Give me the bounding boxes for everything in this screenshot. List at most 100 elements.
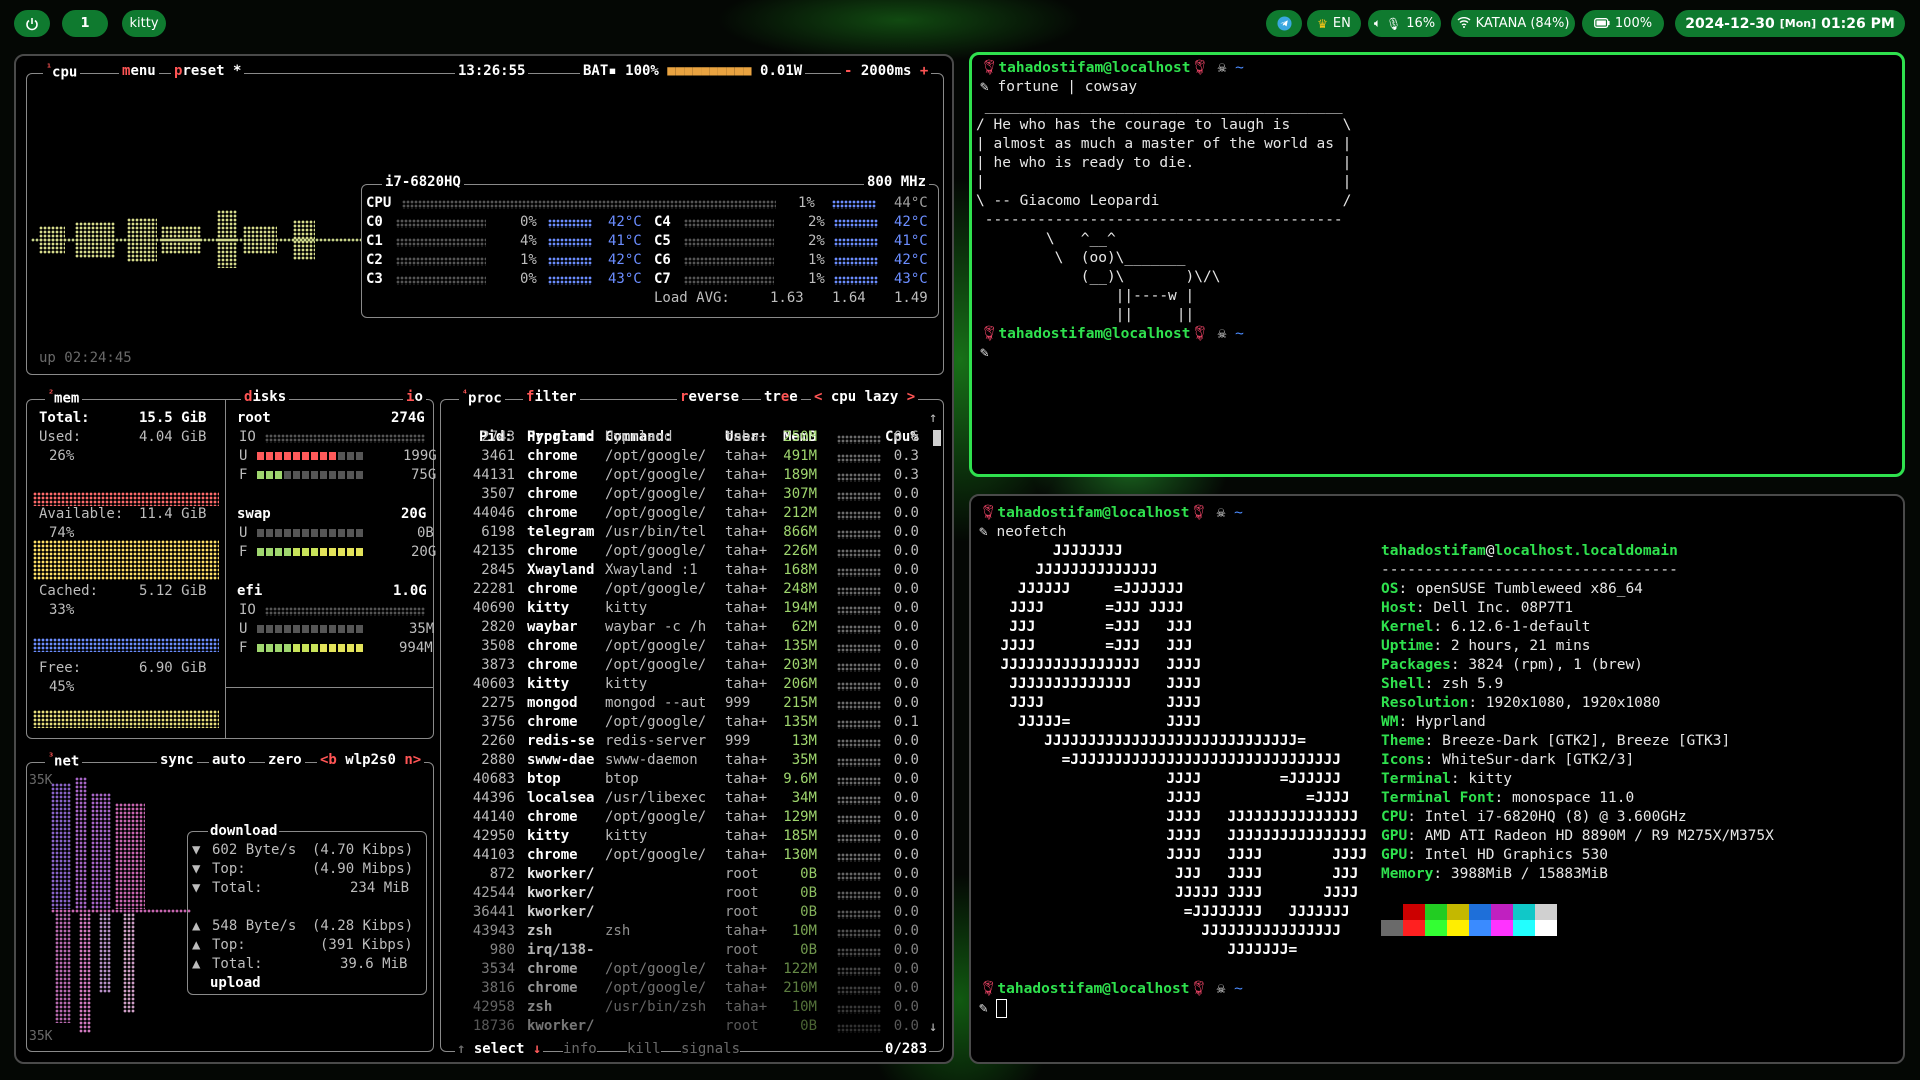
- table-cell: irq/138-: [527, 942, 595, 958]
- upload-total-label: Total:: [212, 956, 263, 972]
- table-row[interactable]: 3508 chrome/opt/google/taha+ 135M 0.0: [441, 637, 925, 656]
- table-cell: 3816: [481, 980, 515, 996]
- proc-filter[interactable]: filter: [523, 389, 580, 405]
- table-row[interactable]: 44103 chrome/opt/google/taha+ 130M 0.0: [441, 846, 925, 865]
- table-row[interactable]: 2845 Xwayland Xwayland :1 taha+ 168M 0.0: [441, 561, 925, 580]
- core-temp: 42°C: [608, 252, 642, 268]
- table-row[interactable]: 2880 swww-dae swww-daemon taha+ 35M 0.0: [441, 751, 925, 770]
- table-row[interactable]: 18736 kworker/root 0B 0.0: [441, 1017, 925, 1036]
- proc-tab[interactable]: ⁴proc: [459, 389, 505, 407]
- table-row[interactable]: 42135 chrome/opt/google/taha+ 226M 0.0: [441, 542, 925, 561]
- kitty-window-bottom[interactable]: 🌹︎tahadostifam@localhost🌹︎ ☠ ~ ✎ neofetc…: [969, 494, 1905, 1064]
- core-pct: 1%: [520, 252, 537, 268]
- table-cell: 6198: [481, 524, 515, 540]
- table-row[interactable]: 43943 zsh zsh taha+ 10M 0.0: [441, 922, 925, 941]
- cpu-sparkline: [837, 682, 881, 691]
- volume-control[interactable]: 🔈︎ 🎙︎ 16%: [1368, 10, 1441, 37]
- kitty-window-top[interactable]: 🌹︎tahadostifam@localhost🌹︎ ☠ ~ ✎ fortune…: [969, 52, 1905, 477]
- table-row[interactable]: 2275 mongod mongod --aut 999 215M 0.0: [441, 694, 925, 713]
- io-tab[interactable]: io: [403, 389, 426, 405]
- proc-tree[interactable]: tree: [761, 389, 801, 405]
- scroll-down-icon[interactable]: ↓: [929, 1018, 937, 1037]
- table-row[interactable]: 42958 zsh/usr/bin/zsh taha+ 10M 0.0: [441, 998, 925, 1017]
- cpu-sparkline: [837, 435, 881, 444]
- table-row[interactable]: 2820 waybar waybar -c /h taha+ 62M 0.0: [441, 618, 925, 637]
- table-row[interactable]: 40690 kitty kitty taha+ 194M 0.0: [441, 599, 925, 618]
- table-row[interactable]: 22281 chrome/opt/google/taha+ 248M 0.0: [441, 580, 925, 599]
- disk-free: 20G: [411, 544, 437, 560]
- rose-icon: 🌹︎: [1189, 505, 1208, 521]
- prompt-cwd: ~: [1234, 505, 1243, 521]
- table-cell: 42958: [472, 999, 515, 1015]
- net-interface[interactable]: <b wlp2s0 n>: [317, 752, 425, 768]
- proc-reverse[interactable]: reverse: [677, 389, 743, 405]
- menu-tab[interactable]: menu: [119, 63, 159, 79]
- upload-rate: 548 Byte/s: [212, 918, 297, 934]
- mem-tab[interactable]: ²mem: [45, 389, 83, 407]
- table-cell: /opt/google/: [605, 961, 707, 977]
- input-line[interactable]: ✎: [980, 344, 989, 363]
- table-row[interactable]: 3756 chrome/opt/google/taha+ 135M 0.1: [441, 713, 925, 732]
- net-sync[interactable]: sync: [157, 752, 197, 768]
- wifi-status[interactable]: KATANA (84%): [1451, 10, 1575, 37]
- table-row[interactable]: 40683 btop btop taha+ 9.6M 0.0: [441, 770, 925, 789]
- net-zero[interactable]: zero: [265, 752, 305, 768]
- table-row[interactable]: 44140 chrome/opt/google/taha+ 129M 0.0: [441, 808, 925, 827]
- table-cell: 62M: [791, 619, 817, 635]
- net-auto[interactable]: auto: [209, 752, 249, 768]
- info-value: kitty: [1468, 771, 1512, 787]
- btop-window[interactable]: ¹cpu menu preset * 13:26:55 BAT▪ 100% ■■…: [14, 54, 954, 1064]
- battery-status[interactable]: 100%: [1582, 10, 1664, 37]
- disks-tab[interactable]: disks: [241, 389, 290, 405]
- color-swatch: [1491, 904, 1513, 920]
- table-row[interactable]: 36441 kworker/root 0B 0.0: [441, 903, 925, 922]
- table-cell: chrome: [527, 714, 578, 730]
- table-row[interactable]: 44396 localsea/usr/libexec taha+ 34M 0.0: [441, 789, 925, 808]
- table-row[interactable]: 980 irq/138- root 0B 0.0: [441, 941, 925, 960]
- table-row[interactable]: 44131 chrome/opt/google/taha+ 189M 0.3: [441, 466, 925, 485]
- clock[interactable]: 2024-12-30 [Mon] 01:26 PM: [1675, 10, 1905, 37]
- power-button[interactable]: [14, 10, 50, 37]
- neofetch-info-line: Packages: 3824 (rpm), 1 (brew): [1381, 657, 1643, 673]
- scroll-up-icon[interactable]: ↑: [929, 409, 937, 428]
- cpu-tab[interactable]: ¹cpu: [43, 63, 81, 81]
- net-tab[interactable]: ³net: [45, 752, 83, 770]
- table-row[interactable]: 2260 redis-se redis-server 999 13M 0.0: [441, 732, 925, 751]
- proc-kill-button[interactable]: kill: [627, 1040, 661, 1059]
- table-cell: redis-se: [527, 733, 595, 749]
- proc-sort[interactable]: < cpu lazy >: [811, 389, 919, 405]
- core-temp: 41°C: [608, 233, 642, 249]
- color-palette: [1381, 904, 1557, 936]
- proc-scrollbar[interactable]: [933, 430, 941, 446]
- table-row[interactable]: 3816 chrome/opt/google/taha+ 210M 0.0: [441, 979, 925, 998]
- proc-select-button[interactable]: ↑ select ↓: [455, 1040, 544, 1059]
- table-row[interactable]: 2743 Hyprland Hyprland taha+ 250M 0.6: [441, 428, 925, 447]
- table-row[interactable]: 42544 kworker/root 0B 0.0: [441, 884, 925, 903]
- table-row[interactable]: 40603 kitty kitty taha+ 206M 0.0: [441, 675, 925, 694]
- telegram-tray-button[interactable]: [1266, 10, 1302, 37]
- table-cell: 44140: [472, 809, 515, 825]
- table-row[interactable]: 3873 chrome/opt/google/taha+ 203M 0.0: [441, 656, 925, 675]
- table-cell: /usr/bin/tel: [605, 524, 707, 540]
- proc-count: 0/283: [883, 1040, 930, 1059]
- update-interval[interactable]: - 2000ms +: [841, 63, 932, 79]
- info-key: Icons: [1381, 752, 1425, 768]
- table-row[interactable]: 42950 kitty kitty taha+ 185M 0.0: [441, 827, 925, 846]
- volume-level: 16%: [1406, 16, 1436, 31]
- proc-signals-button[interactable]: signals: [681, 1040, 741, 1059]
- keyboard-layout[interactable]: ♛ EN: [1307, 10, 1361, 37]
- preset-tab[interactable]: preset *: [171, 63, 245, 79]
- color-swatch: [1447, 920, 1469, 936]
- table-cell: 212M: [783, 505, 817, 521]
- input-line[interactable]: ✎: [979, 999, 1008, 1019]
- table-row[interactable]: 44046 chrome/opt/google/taha+ 212M 0.0: [441, 504, 925, 523]
- table-row[interactable]: 3507 chrome/opt/google/taha+ 307M 0.0: [441, 485, 925, 504]
- table-row[interactable]: 3534 chrome/opt/google/taha+ 122M 0.0: [441, 960, 925, 979]
- proc-info-button[interactable]: info: [563, 1040, 597, 1059]
- table-row[interactable]: 3461 chrome/opt/google/taha+ 491M 0.3: [441, 447, 925, 466]
- table-cell: Xwayland :1: [605, 562, 698, 578]
- table-row[interactable]: 872 kworker/root 0B 0.0: [441, 865, 925, 884]
- table-row[interactable]: 6198 telegram/usr/bin/tel taha+ 866M 0.0: [441, 523, 925, 542]
- workspace-button[interactable]: 1: [62, 10, 108, 37]
- cpu-sparkline: [837, 796, 881, 805]
